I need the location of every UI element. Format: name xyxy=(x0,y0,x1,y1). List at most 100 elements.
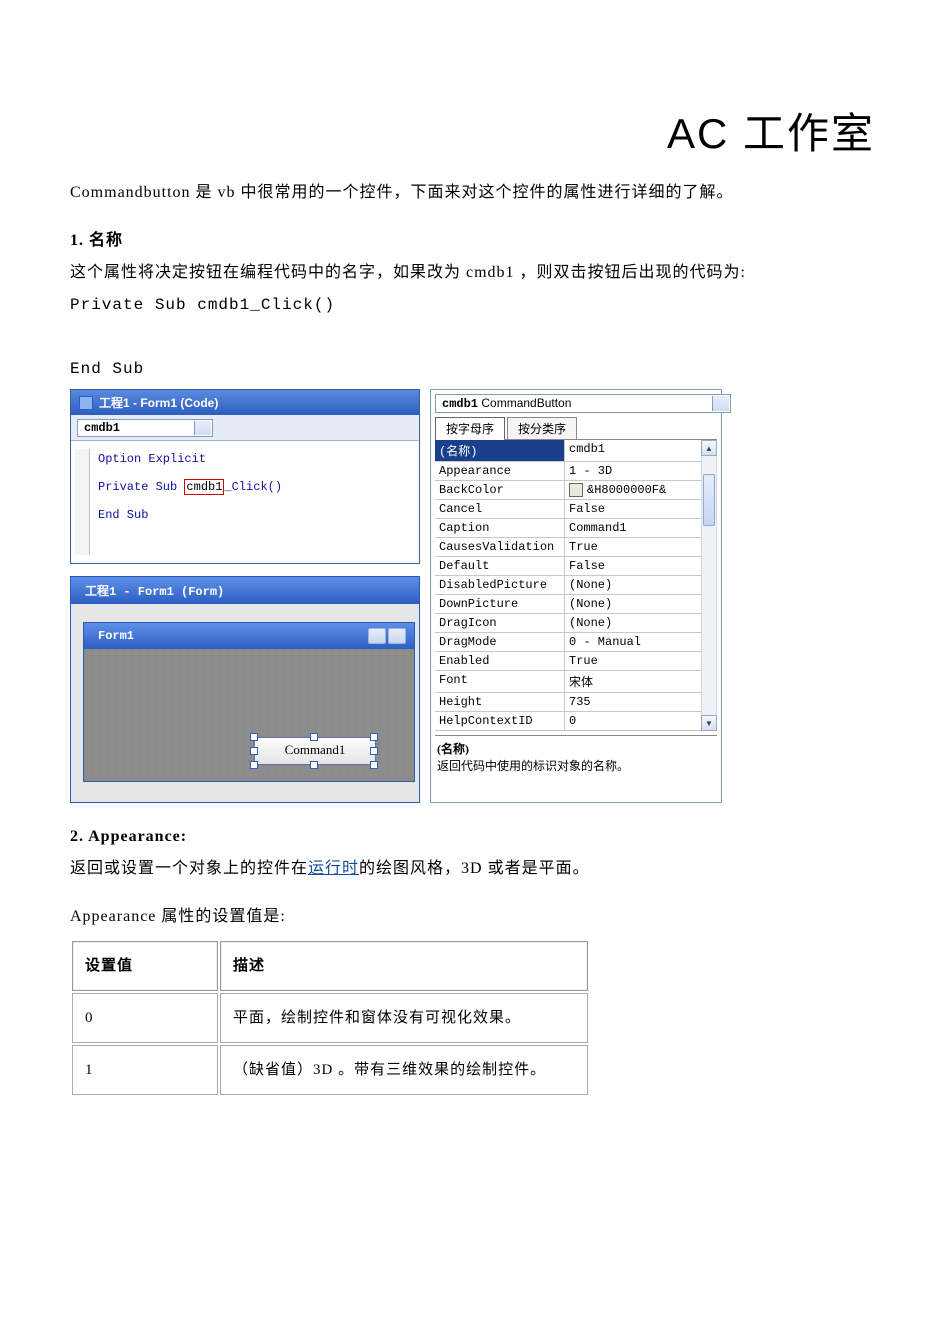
property-name-cell[interactable]: Font xyxy=(435,671,565,693)
code-line-3: End Sub xyxy=(98,505,415,525)
scroll-up-button[interactable]: ▲ xyxy=(701,440,717,456)
properties-scrollbar[interactable]: ▲ ▼ xyxy=(701,440,717,731)
selection-handle[interactable] xyxy=(370,747,378,755)
selection-handle[interactable] xyxy=(250,733,258,741)
property-name-cell[interactable]: Cancel xyxy=(435,500,565,519)
table-cell-value: 0 xyxy=(72,993,218,1043)
selection-handle[interactable] xyxy=(310,733,318,741)
form-inner-title: Form1 xyxy=(98,629,134,643)
property-name-cell[interactable]: DragMode xyxy=(435,633,565,652)
tab-alphabetical[interactable]: 按字母序 xyxy=(435,417,505,439)
screenshot-composite: 工程1 - Form1 (Code) cmdb1 Option Explicit… xyxy=(70,389,875,803)
property-value-cell[interactable]: False xyxy=(565,557,701,576)
property-value-cell[interactable]: (None) xyxy=(565,576,701,595)
table-header-desc: 描述 xyxy=(220,941,588,991)
form-client-area: Form1 Command1 xyxy=(71,604,419,802)
property-name-cell[interactable]: Appearance xyxy=(435,462,565,481)
property-description-title: (名称) xyxy=(437,742,469,756)
code-window-titlebar: 工程1 - Form1 (Code) xyxy=(71,390,419,415)
properties-object-selector-row: cmdb1 CommandButton xyxy=(431,390,721,413)
form-designer-titlebar: 工程1 - Form1 (Form) xyxy=(71,577,419,604)
property-name-cell[interactable]: Height xyxy=(435,693,565,712)
intro-paragraph: Commandbutton 是 vb 中很常用的一个控件，下面来对这个控件的属性… xyxy=(70,179,875,207)
code-lines: Option Explicit Private Sub cmdb1_Click(… xyxy=(98,449,415,555)
property-description: (名称) 返回代码中使用的标识对象的名称。 xyxy=(435,735,717,778)
section-1-code2: End Sub xyxy=(70,355,875,383)
appearance-value-table: 设置值 描述 0 平面，绘制控件和窗体没有可视化效果。 1 （缺省值）3D 。带… xyxy=(70,939,590,1097)
property-value-cell[interactable]: Command1 xyxy=(565,519,701,538)
properties-window: cmdb1 CommandButton 按字母序 按分类序 (名称)cmdb1A… xyxy=(430,389,722,803)
scroll-track[interactable] xyxy=(701,456,717,715)
form-designer-title: 工程1 - Form1 (Form) xyxy=(85,582,224,599)
code-object-combo-row: cmdb1 xyxy=(71,415,419,441)
section-2-sub: Appearance 属性的设置值是: xyxy=(70,903,875,931)
table-cell-desc: （缺省值）3D 。带有三维效果的绘制控件。 xyxy=(220,1045,588,1095)
form-designer-window: 工程1 - Form1 (Form) Form1 xyxy=(70,576,420,803)
property-value-cell[interactable]: 1 - 3D xyxy=(565,462,701,481)
properties-tabs: 按字母序 按分类序 xyxy=(431,413,721,439)
window-icon xyxy=(79,396,93,410)
selection-handle[interactable] xyxy=(370,733,378,741)
properties-grid[interactable]: (名称)cmdb1Appearance1 - 3DBackColor&H8000… xyxy=(435,440,701,731)
property-value-cell[interactable]: &H8000000F& xyxy=(565,481,701,500)
code-gutter xyxy=(75,449,90,555)
window-buttons xyxy=(368,628,406,644)
section-2-heading: 2. Appearance: xyxy=(70,823,875,851)
property-name-cell[interactable]: (名称) xyxy=(435,440,565,462)
maximize-button[interactable] xyxy=(388,628,406,644)
code-object-combo[interactable]: cmdb1 xyxy=(77,419,213,437)
table-cell-value: 1 xyxy=(72,1045,218,1095)
property-description-text: 返回代码中使用的标识对象的名称。 xyxy=(437,759,629,773)
properties-grid-wrap: (名称)cmdb1Appearance1 - 3DBackColor&H8000… xyxy=(435,439,717,731)
property-value-cell[interactable]: 0 - Manual xyxy=(565,633,701,652)
table-cell-desc: 平面，绘制控件和窗体没有可视化效果。 xyxy=(220,993,588,1043)
table-row: 1 （缺省值）3D 。带有三维效果的绘制控件。 xyxy=(72,1045,588,1095)
section-1-line1: 这个属性将决定按钮在编程代码中的名字，如果改为 cmdb1 ，则双击按钮后出现的… xyxy=(70,259,875,287)
left-column: 工程1 - Form1 (Code) cmdb1 Option Explicit… xyxy=(70,389,420,803)
property-name-cell[interactable]: Caption xyxy=(435,519,565,538)
scroll-thumb[interactable] xyxy=(703,474,715,526)
properties-object-selector[interactable]: cmdb1 CommandButton xyxy=(435,394,731,413)
property-value-cell[interactable]: False xyxy=(565,500,701,519)
minimize-button[interactable] xyxy=(368,628,386,644)
property-name-cell[interactable]: Default xyxy=(435,557,565,576)
selection-handle[interactable] xyxy=(370,761,378,769)
property-name-cell[interactable]: CausesValidation xyxy=(435,538,565,557)
property-name-cell[interactable]: HelpContextID xyxy=(435,712,565,731)
property-value-cell[interactable]: (None) xyxy=(565,595,701,614)
body-text: Commandbutton 是 vb 中很常用的一个控件，下面来对这个控件的属性… xyxy=(70,179,875,383)
form-design-surface[interactable]: Command1 xyxy=(84,649,414,781)
code-body[interactable]: Option Explicit Private Sub cmdb1_Click(… xyxy=(71,441,419,563)
section-1-heading: 1. 名称 xyxy=(70,227,875,255)
property-name-cell[interactable]: BackColor xyxy=(435,481,565,500)
property-name-cell[interactable]: DownPicture xyxy=(435,595,565,614)
property-value-cell[interactable]: 735 xyxy=(565,693,701,712)
property-value-cell[interactable]: True xyxy=(565,652,701,671)
code-line-1: Option Explicit xyxy=(98,449,415,469)
property-value-cell[interactable]: True xyxy=(565,538,701,557)
code-window-title: 工程1 - Form1 (Code) xyxy=(99,394,218,411)
property-value-cell[interactable]: cmdb1 xyxy=(565,440,701,462)
color-swatch xyxy=(569,483,583,497)
selection-handle[interactable] xyxy=(250,747,258,755)
selection-handle[interactable] xyxy=(310,761,318,769)
property-name-cell[interactable]: DragIcon xyxy=(435,614,565,633)
property-value-cell[interactable]: (None) xyxy=(565,614,701,633)
property-name-cell[interactable]: Enabled xyxy=(435,652,565,671)
property-value-cell[interactable]: 0 xyxy=(565,712,701,731)
section-1-code1: Private Sub cmdb1_Click() xyxy=(70,291,875,319)
form-inner-window: Form1 Command1 xyxy=(83,622,415,782)
property-name-cell[interactable]: DisabledPicture xyxy=(435,576,565,595)
property-value-cell[interactable]: 宋体 xyxy=(565,671,701,693)
scroll-down-button[interactable]: ▼ xyxy=(701,715,717,731)
code-line-2: Private Sub cmdb1_Click() xyxy=(98,477,415,497)
table-header-value: 设置值 xyxy=(72,941,218,991)
runtime-link[interactable]: 运行时 xyxy=(308,860,359,877)
highlighted-identifier: cmdb1 xyxy=(184,479,224,495)
table-row: 0 平面，绘制控件和窗体没有可视化效果。 xyxy=(72,993,588,1043)
section-2: 2. Appearance: 返回或设置一个对象上的控件在运行时的绘图风格，3D… xyxy=(70,823,875,1097)
document-page: AC 工作室 Commandbutton 是 vb 中很常用的一个控件，下面来对… xyxy=(0,0,945,1337)
selection-handle[interactable] xyxy=(250,761,258,769)
tab-categorized[interactable]: 按分类序 xyxy=(507,417,577,439)
studio-title: AC 工作室 xyxy=(70,100,875,161)
